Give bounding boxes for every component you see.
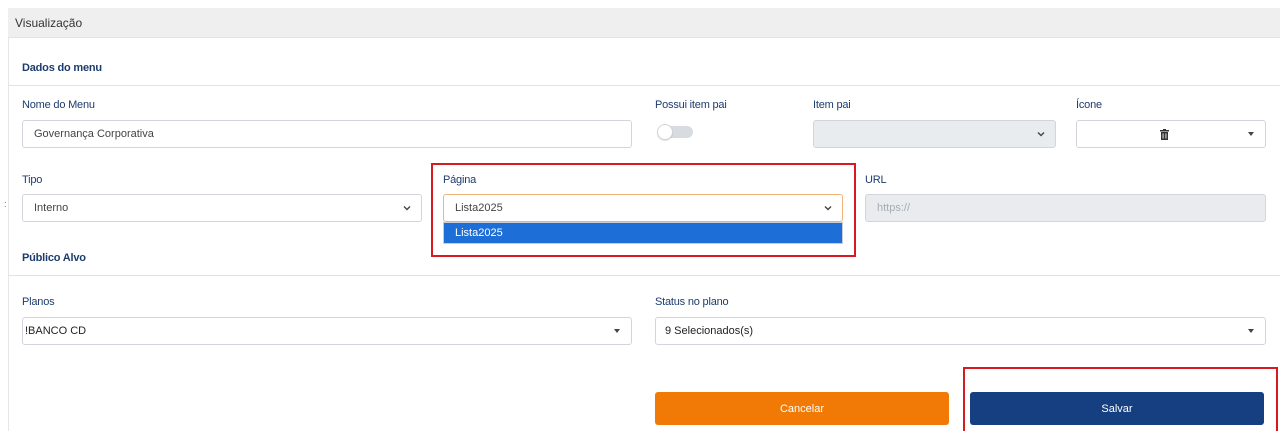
tipo-select[interactable]: Interno	[22, 194, 422, 222]
nome-menu-label: Nome do Menu	[22, 99, 95, 111]
item-pai-label: Item pai	[813, 99, 851, 111]
highlight-box-save	[963, 367, 1278, 431]
section-divider	[8, 275, 1280, 276]
item-pai-select[interactable]	[813, 120, 1056, 148]
section-title-dados-menu: Dados do menu	[22, 62, 102, 74]
panel-title: Visualização	[15, 16, 83, 30]
chevron-down-icon	[1037, 132, 1045, 137]
section-title-publico-alvo: Público Alvo	[22, 252, 86, 264]
possui-item-pai-label: Possui item pai	[655, 99, 727, 111]
highlight-box-pagina	[431, 163, 856, 257]
tipo-label: Tipo	[22, 174, 43, 186]
trash-icon	[1160, 129, 1169, 140]
caret-down-icon	[614, 329, 620, 333]
cancel-button[interactable]: Cancelar	[655, 392, 949, 425]
edge-mark: :	[4, 199, 7, 209]
toggle-knob	[657, 124, 673, 140]
icone-picker[interactable]	[1076, 120, 1266, 148]
planos-value: !BANCO CD	[25, 325, 87, 337]
nome-menu-input[interactable]: Governança Corporativa	[22, 120, 632, 148]
tipo-value: Interno	[34, 202, 69, 214]
icone-label: Ícone	[1076, 99, 1102, 111]
section-divider	[8, 85, 1280, 86]
status-plano-select[interactable]: 9 Selecionados(s)	[655, 317, 1266, 345]
status-plano-value: 9 Selecionados(s)	[665, 325, 754, 337]
possui-item-pai-toggle[interactable]	[657, 124, 693, 140]
panel-header	[8, 8, 1280, 38]
status-plano-label: Status no plano	[655, 296, 729, 308]
caret-down-icon	[1248, 329, 1254, 333]
caret-down-icon	[1248, 132, 1254, 136]
chevron-down-icon	[403, 206, 411, 211]
url-label: URL	[865, 174, 887, 186]
planos-label: Planos	[22, 296, 55, 308]
planos-select[interactable]: !BANCO CD	[22, 317, 632, 345]
url-input[interactable]: https://	[865, 194, 1266, 222]
